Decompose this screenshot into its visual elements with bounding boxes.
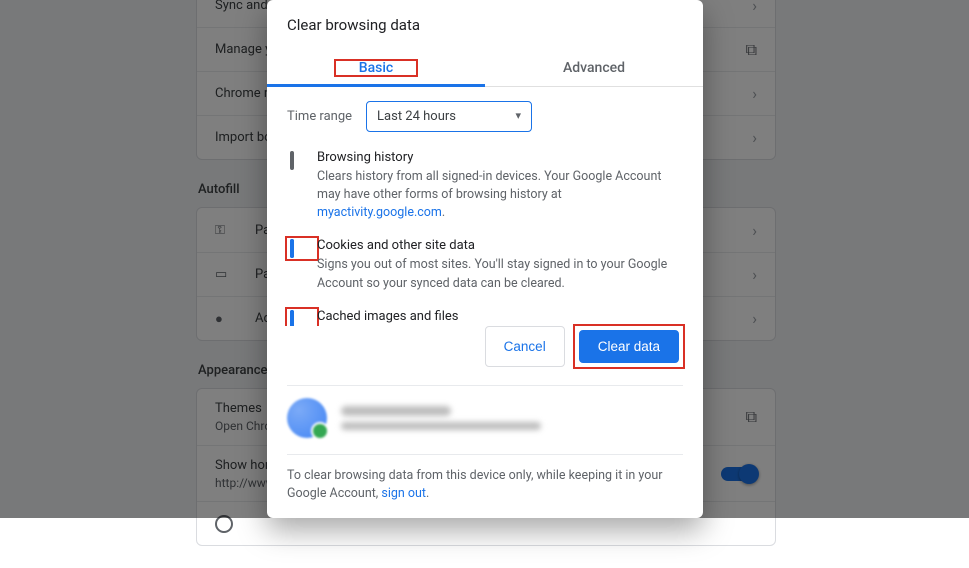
myactivity-link[interactable]: myactivity.google.com [317,205,442,220]
option-cookies-title: Cookies and other site data [317,238,683,253]
checkbox-cookies[interactable] [290,239,294,258]
time-range-select[interactable]: Last 24 hours [366,101,532,132]
footer-note: To clear browsing data from this device … [267,467,703,519]
tab-indicator [267,84,485,87]
option-cookies-desc: Signs you out of most sites. You'll stay… [317,256,683,292]
divider [287,454,683,455]
account-email-redacted [341,422,541,430]
checkbox-cache[interactable] [290,310,294,326]
time-range-label: Time range [287,109,352,124]
cancel-button[interactable]: Cancel [485,326,565,367]
dialog-title: Clear browsing data [267,0,703,50]
tab-advanced[interactable]: Advanced [485,50,703,86]
option-history-title: Browsing history [317,150,683,165]
sign-out-link[interactable]: sign out [381,486,426,501]
account-row [267,398,703,448]
option-cookies[interactable]: Cookies and other site data Signs you ou… [287,238,683,292]
time-range-value: Last 24 hours [377,109,456,124]
tab-basic-label: Basic [335,60,417,76]
option-cache[interactable]: Cached images and files Frees up less th… [287,309,683,326]
divider [287,385,683,386]
account-name-redacted [341,406,451,416]
option-history-desc: Clears history from all signed-in device… [317,168,683,222]
clear-browsing-data-dialog: Clear browsing data Basic Advanced Time … [267,0,703,518]
checkbox-history[interactable] [290,151,294,170]
clear-data-button[interactable]: Clear data [579,330,679,363]
avatar [287,398,327,438]
option-browsing-history[interactable]: Browsing history Clears history from all… [287,150,683,222]
option-cache-title: Cached images and files [317,309,683,324]
dialog-tabs: Basic Advanced [267,50,703,87]
tab-basic[interactable]: Basic [267,50,485,86]
